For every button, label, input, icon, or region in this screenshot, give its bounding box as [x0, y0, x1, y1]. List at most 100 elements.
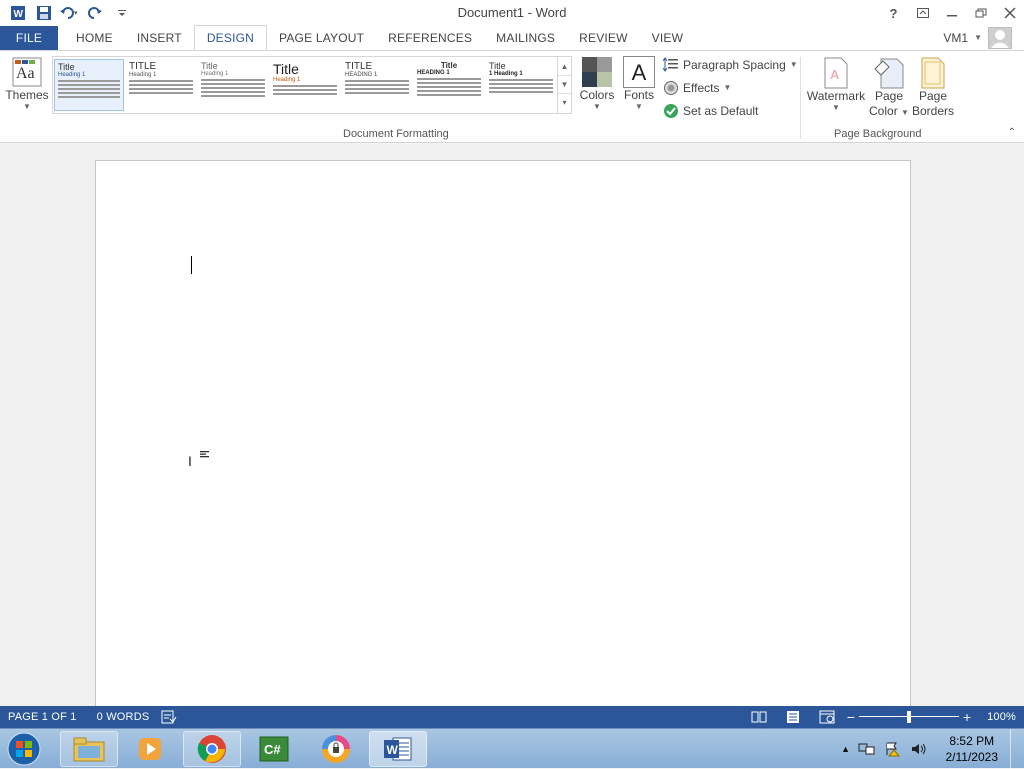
tab-mailings[interactable]: MAILINGS — [484, 26, 567, 50]
svg-text:C#: C# — [264, 742, 281, 757]
save-icon[interactable] — [32, 2, 56, 24]
network-icon[interactable] — [858, 741, 876, 757]
gallery-down-icon[interactable]: ▼ — [558, 75, 571, 93]
tab-review[interactable]: REVIEW — [567, 26, 640, 50]
taskbar-chrome[interactable] — [183, 731, 241, 767]
file-explorer-icon — [73, 737, 105, 762]
themes-label: Themes — [5, 88, 49, 102]
taskbar-csharp-ide[interactable]: C# — [245, 731, 303, 767]
tab-file[interactable]: FILE — [0, 26, 58, 50]
account-area[interactable]: VM1 ▼ — [943, 26, 1012, 50]
action-center-icon[interactable] — [884, 741, 902, 757]
gallery-up-icon[interactable]: ▲ — [558, 57, 571, 75]
word-app-icon: W — [384, 737, 412, 761]
clock[interactable]: 8:52 PM 2/11/2023 — [946, 733, 999, 765]
taskbar-word[interactable]: W — [369, 731, 427, 767]
page-color-label-2: Color ▼ — [869, 104, 909, 118]
web-layout-icon[interactable] — [819, 710, 835, 724]
word-logo-icon[interactable]: W — [6, 2, 30, 24]
volume-icon[interactable] — [910, 741, 928, 757]
group-label-page-background: Page Background — [834, 128, 922, 140]
avatar[interactable] — [988, 27, 1012, 49]
effects-button[interactable]: Effects ▼ — [663, 80, 731, 96]
customize-qat-icon[interactable] — [110, 2, 134, 24]
zoom-slider[interactable] — [858, 710, 959, 724]
page-count[interactable]: PAGE 1 OF 1 — [0, 711, 85, 723]
mouse-ibeam-icon: I — [188, 453, 192, 469]
group-label-document-formatting: Document Formatting — [343, 128, 449, 140]
proofing-icon[interactable] — [161, 710, 177, 724]
document-area[interactable]: I — [0, 144, 1024, 706]
minimize-icon[interactable] — [937, 0, 966, 26]
effects-dropdown-icon: ▼ — [723, 83, 732, 92]
watermark-dropdown-icon: ▼ — [832, 103, 840, 112]
style-set-item[interactable]: Title Heading 1 — [198, 59, 268, 111]
themes-dropdown-icon: ▼ — [23, 102, 31, 111]
start-button[interactable] — [4, 731, 44, 767]
page-borders-button[interactable]: Page Borders — [911, 57, 955, 119]
tab-page-layout[interactable]: PAGE LAYOUT — [267, 26, 376, 50]
zoom-out-icon[interactable]: − — [847, 709, 855, 725]
ribbon-display-options-icon[interactable] — [908, 0, 937, 26]
style-set-item[interactable]: Title HEADING 1 — [414, 59, 484, 111]
zoom-level[interactable]: 100% — [979, 711, 1024, 723]
account-dropdown-icon[interactable]: ▼ — [974, 34, 982, 42]
paragraph-spacing-label: Paragraph Spacing — [683, 58, 786, 72]
style-set-item[interactable]: Title Heading 1 — [270, 59, 340, 111]
fonts-button[interactable]: A Fonts ▼ — [620, 56, 658, 111]
word-count[interactable]: 0 WORDS — [89, 711, 158, 723]
tab-references[interactable]: REFERENCES — [376, 26, 484, 50]
set-as-default-button[interactable]: Set as Default — [663, 103, 758, 119]
gallery-more-icon[interactable]: ▾ — [558, 93, 571, 111]
watermark-icon: A — [824, 57, 848, 89]
paragraph-spacing-button[interactable]: Paragraph Spacing ▼ — [663, 57, 798, 73]
zoom-slider-thumb[interactable] — [906, 711, 911, 723]
themes-button[interactable]: Aa Themes ▼ — [5, 56, 49, 111]
document-page[interactable]: I — [95, 160, 911, 706]
tray-expand-icon[interactable]: ▲ — [841, 744, 850, 754]
read-mode-icon[interactable] — [751, 710, 767, 724]
watermark-button[interactable]: A Watermark ▼ — [805, 57, 867, 112]
page-color-icon — [874, 58, 904, 89]
colors-icon — [582, 57, 612, 87]
collapse-ribbon-icon[interactable]: ⌃ — [1008, 127, 1016, 138]
page-borders-label-2: Borders — [911, 104, 955, 118]
redo-icon[interactable] — [84, 2, 108, 24]
tab-design[interactable]: DESIGN — [193, 25, 268, 50]
colors-button[interactable]: Colors ▼ — [578, 56, 616, 111]
tab-view[interactable]: VIEW — [640, 26, 695, 50]
group-separator — [800, 57, 801, 139]
svg-text:W: W — [387, 743, 399, 757]
taskbar-vpn[interactable] — [307, 731, 365, 767]
restore-icon[interactable] — [966, 0, 995, 26]
tab-home[interactable]: HOME — [64, 26, 125, 50]
page-color-button[interactable]: Page Color ▼ — [867, 57, 911, 119]
zoom-in-icon[interactable]: + — [963, 709, 971, 725]
undo-icon[interactable]: ▾ — [58, 2, 82, 24]
page-borders-label-1: Page — [918, 89, 948, 103]
page-color-dropdown-icon: ▼ — [901, 108, 909, 117]
system-tray: ▲ — [841, 741, 928, 757]
clock-date: 2/11/2023 — [945, 750, 999, 764]
style-set-item[interactable]: Title Heading 1 — [54, 59, 124, 111]
style-set-item[interactable]: Title 1 Heading 1 — [486, 59, 556, 111]
status-bar: PAGE 1 OF 1 0 WORDS − + 100% — [0, 706, 1024, 728]
gallery-scroll: ▲ ▼ ▾ — [557, 57, 571, 113]
style-set-item[interactable]: TITLE Heading 1 — [126, 59, 196, 111]
taskbar-media-player[interactable] — [121, 731, 179, 767]
style-set-item[interactable]: TITLE HEADING 1 — [342, 59, 412, 111]
fonts-icon: A — [623, 56, 655, 88]
vpn-shield-icon — [322, 735, 350, 763]
title-bar: W ▾ Document1 - Word ? — [0, 0, 1024, 26]
tab-insert[interactable]: INSERT — [125, 26, 194, 50]
account-name[interactable]: VM1 — [943, 31, 968, 45]
watermark-label: Watermark — [806, 89, 866, 103]
taskbar-file-explorer[interactable] — [60, 731, 118, 767]
page-borders-icon — [921, 57, 945, 89]
print-layout-icon[interactable] — [785, 710, 801, 724]
help-button[interactable]: ? — [879, 0, 908, 26]
close-icon[interactable] — [995, 0, 1024, 26]
window-controls: ? — [879, 0, 1024, 26]
paragraph-spacing-dropdown-icon: ▼ — [789, 60, 798, 69]
show-desktop-button[interactable] — [1010, 729, 1024, 769]
